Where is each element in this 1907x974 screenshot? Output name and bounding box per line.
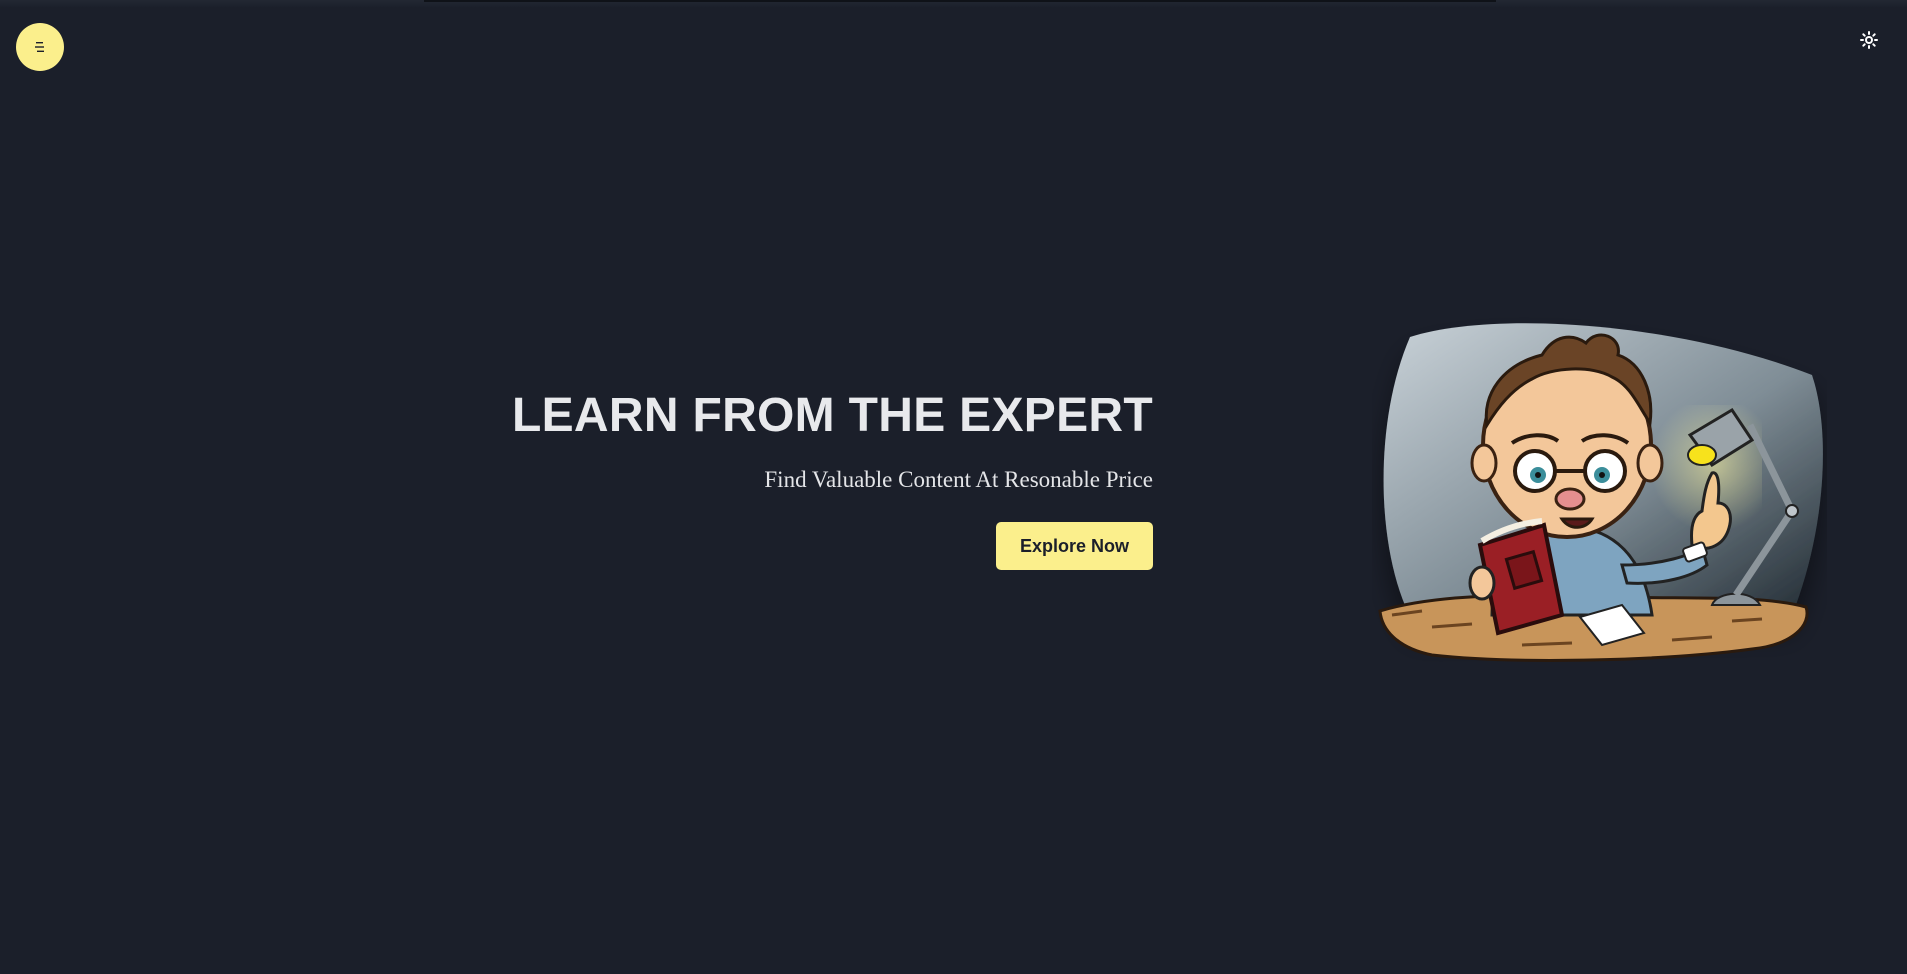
hero-subtitle: Find Valuable Content At Resonable Price — [764, 467, 1153, 492]
hero-section: LEARN FROM THE EXPERT Find Valuable Cont… — [420, 388, 1153, 570]
hero-title: LEARN FROM THE EXPERT — [512, 389, 1153, 442]
menu-button[interactable] — [16, 23, 64, 71]
top-divider — [424, 0, 1496, 2]
professor-illustration — [1372, 315, 1827, 665]
menu-icon — [33, 41, 47, 53]
sun-icon — [1860, 30, 1878, 54]
landing-page: LEARN FROM THE EXPERT Find Valuable Cont… — [0, 0, 1907, 974]
theme-toggle-button[interactable] — [1859, 30, 1879, 54]
explore-now-button[interactable]: Explore Now — [996, 522, 1153, 570]
